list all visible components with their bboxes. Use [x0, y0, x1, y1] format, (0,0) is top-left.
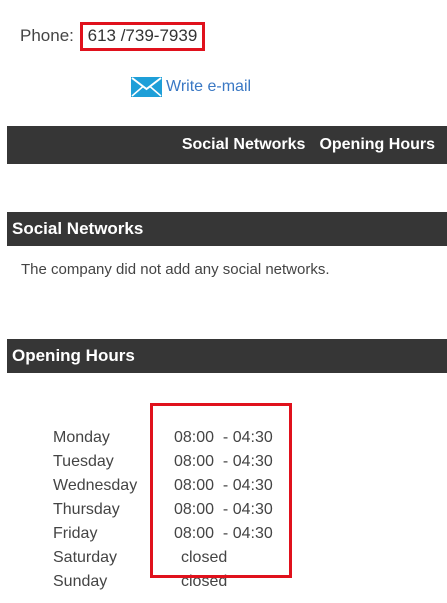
opening-hours-heading: Opening Hours	[7, 339, 447, 373]
social-networks-heading: Social Networks	[7, 212, 447, 246]
envelope-icon[interactable]	[131, 77, 162, 97]
hours-value: 08:00 - 04:30	[174, 429, 273, 446]
hours-row: Thursday 08:00 - 04:30	[53, 498, 284, 522]
opening-hours-table: Monday 08:00 - 04:30 Tuesday 08:00 - 04:…	[53, 426, 284, 594]
hours-row: Monday 08:00 - 04:30	[53, 426, 284, 450]
day-label: Wednesday	[53, 477, 138, 494]
hours-value: closed	[181, 549, 228, 566]
hours-value: 08:00 - 04:30	[174, 525, 273, 542]
hours-row: Friday 08:00 - 04:30	[53, 522, 284, 546]
email-row[interactable]: Write e-mail	[131, 76, 251, 98]
phone-label: Phone:	[20, 26, 74, 45]
day-label: Monday	[53, 429, 110, 446]
tab-social-networks[interactable]: Social Networks	[182, 136, 306, 154]
hours-value: 08:00 - 04:30	[174, 501, 273, 518]
hours-value: 08:00 - 04:30	[174, 453, 273, 470]
day-label: Thursday	[53, 501, 120, 518]
hours-row: Tuesday 08:00 - 04:30	[53, 450, 284, 474]
hours-value: 08:00 - 04:30	[174, 477, 273, 494]
hours-value: closed	[181, 573, 228, 590]
day-label: Friday	[53, 525, 98, 542]
day-label: Saturday	[53, 549, 118, 566]
day-label: Sunday	[53, 573, 108, 590]
phone-row: Phone: 613 /739-7939	[20, 22, 206, 51]
section-tabs: Social Networks Opening Hours	[7, 126, 447, 164]
hours-row: Saturday closed	[53, 546, 284, 570]
tab-opening-hours[interactable]: Opening Hours	[319, 136, 435, 154]
phone-number[interactable]: 613 /739-7939	[79, 22, 206, 51]
social-networks-message: The company did not add any social netwo…	[21, 261, 330, 278]
day-label: Tuesday	[53, 453, 114, 470]
write-email-link[interactable]: Write e-mail	[166, 78, 251, 96]
hours-row: Wednesday 08:00 - 04:30	[53, 474, 284, 498]
hours-row: Sunday closed	[53, 570, 284, 594]
